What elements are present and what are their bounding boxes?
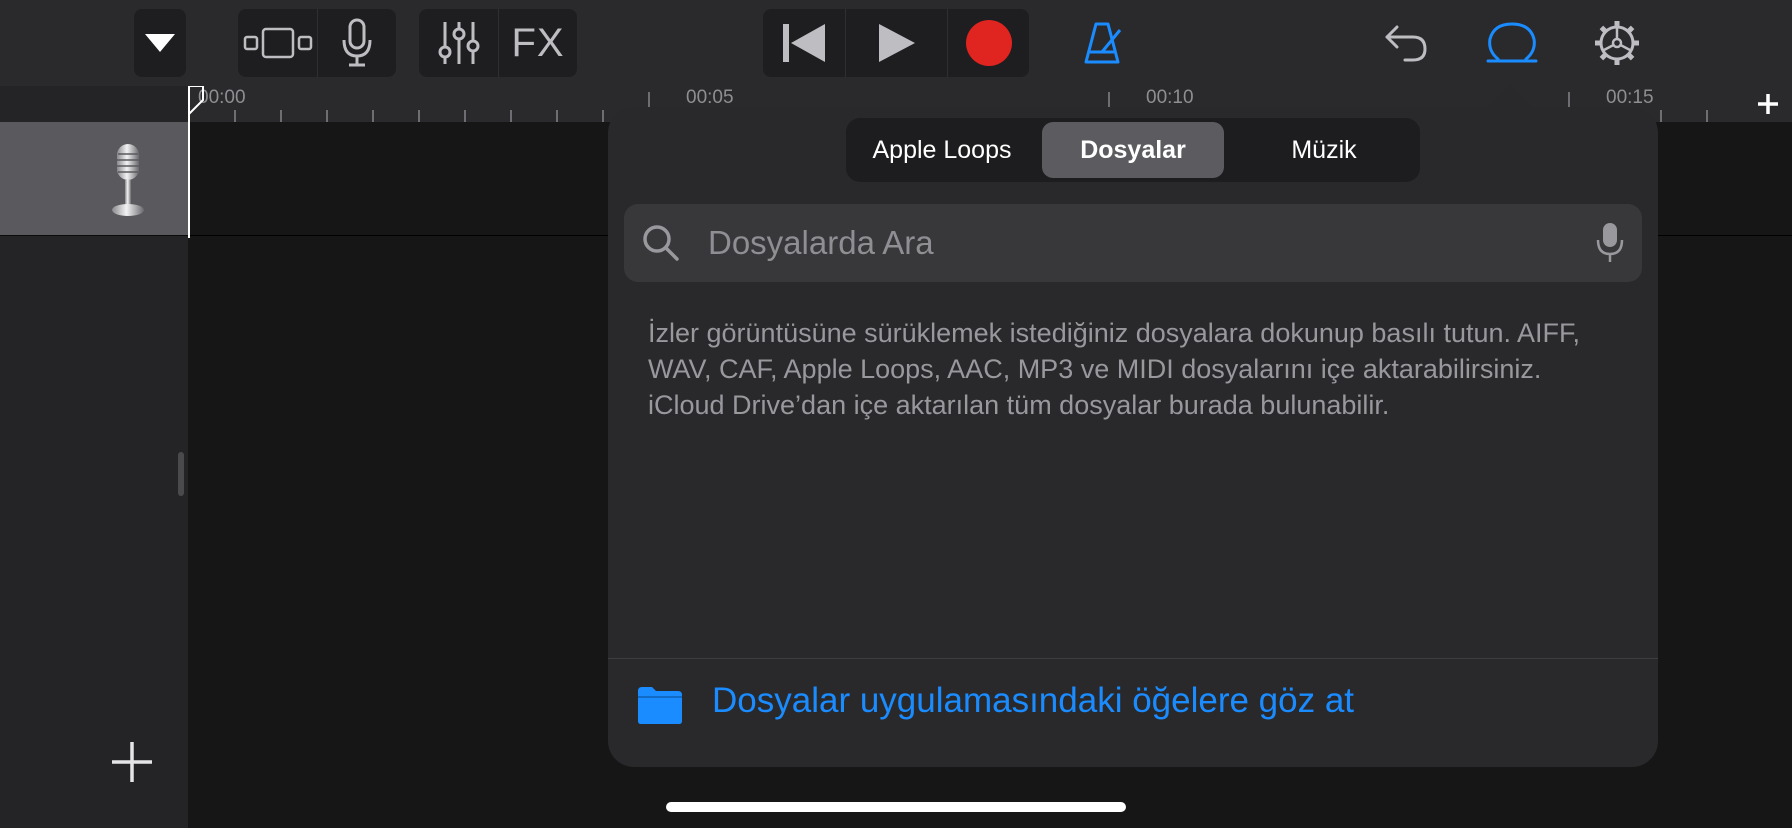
- folder-icon: [638, 687, 682, 724]
- mix-fx-group: FX: [419, 9, 577, 77]
- ruler-label: 00:15: [1606, 87, 1654, 108]
- ruler-tick: [1706, 110, 1708, 122]
- ruler-tick: [464, 110, 466, 122]
- browse-files-link[interactable]: Dosyalar uygulamasındaki öğelere göz at: [712, 681, 1354, 721]
- mixer-icon: [438, 22, 479, 64]
- microphone-button[interactable]: [317, 9, 396, 77]
- tab-apple-loops[interactable]: Apple Loops: [851, 122, 1033, 178]
- settings-icon: [1595, 21, 1639, 65]
- loop-browser-icon: [1486, 22, 1538, 63]
- ruler-tick: [326, 110, 328, 122]
- undo-icon: [1385, 25, 1427, 62]
- settings-button[interactable]: [1583, 9, 1651, 77]
- add-section-button[interactable]: [1744, 86, 1792, 122]
- rewind-icon: [783, 24, 825, 62]
- track-view-icon: [243, 27, 312, 59]
- browser-tabs: Apple Loops Dosyalar Müzik: [846, 118, 1420, 182]
- undo-button[interactable]: [1372, 9, 1440, 77]
- ruler-tick: [1660, 110, 1662, 122]
- home-indicator[interactable]: [666, 802, 1126, 812]
- track-list-resize-handle[interactable]: [178, 452, 184, 496]
- mixer-button[interactable]: [419, 9, 498, 77]
- record-icon: [965, 20, 1012, 66]
- ruler-tick: [372, 110, 374, 122]
- play-button[interactable]: [845, 9, 947, 77]
- track-view-button[interactable]: [238, 9, 317, 77]
- add-track-button[interactable]: [108, 738, 156, 786]
- loop-browser-popover: Apple Loops Dosyalar Müzik İzler görüntü…: [608, 107, 1658, 767]
- tab-muzik[interactable]: Müzik: [1233, 122, 1415, 178]
- ruler-tick: [510, 110, 512, 122]
- track-header-audio-recorder[interactable]: [0, 122, 188, 236]
- ruler-tick: [602, 110, 604, 122]
- fx-label: FX: [511, 20, 565, 65]
- plus-icon: [112, 742, 152, 782]
- popover-arrow: [1488, 84, 1532, 108]
- plus-icon: [1758, 94, 1778, 114]
- ruler-tick: [418, 110, 420, 122]
- tab-dosyalar[interactable]: Dosyalar: [1042, 122, 1224, 178]
- tracks-menu-group: [134, 9, 186, 77]
- play-icon: [878, 24, 915, 62]
- files-help-text: İzler görüntüsüne sürüklemek istediğiniz…: [648, 318, 1581, 420]
- ruler-label: 00:10: [1146, 87, 1194, 108]
- playhead-handle[interactable]: [188, 86, 204, 116]
- search-input[interactable]: [708, 204, 1548, 282]
- record-button[interactable]: [947, 9, 1029, 77]
- ruler-tick: [234, 110, 236, 122]
- view-record-group: [238, 9, 396, 77]
- loop-browser-button[interactable]: [1478, 9, 1546, 77]
- search-icon: [643, 225, 679, 261]
- dictation-microphone-icon[interactable]: [1596, 222, 1624, 264]
- ruler-tick: [280, 110, 282, 122]
- rewind-button[interactable]: [763, 9, 845, 77]
- search-bar: [624, 204, 1642, 282]
- ruler-label: 00:05: [686, 87, 734, 108]
- fx-button[interactable]: FX: [498, 9, 577, 77]
- dropdown-triangle-icon: [145, 34, 175, 52]
- ruler-label: 00:00: [198, 87, 246, 108]
- browse-files-row[interactable]: Dosyalar uygulamasındaki öğelere göz at: [608, 658, 1658, 767]
- metronome-button[interactable]: [1068, 9, 1136, 77]
- ruler-tick: [556, 110, 558, 122]
- transport-group: [763, 9, 1029, 77]
- microphone-icon: [342, 18, 372, 67]
- metronome-icon: [1084, 22, 1122, 64]
- microphone-instrument-icon: [112, 144, 144, 216]
- dropdown-button[interactable]: [134, 9, 186, 77]
- top-toolbar: FX: [0, 0, 1792, 86]
